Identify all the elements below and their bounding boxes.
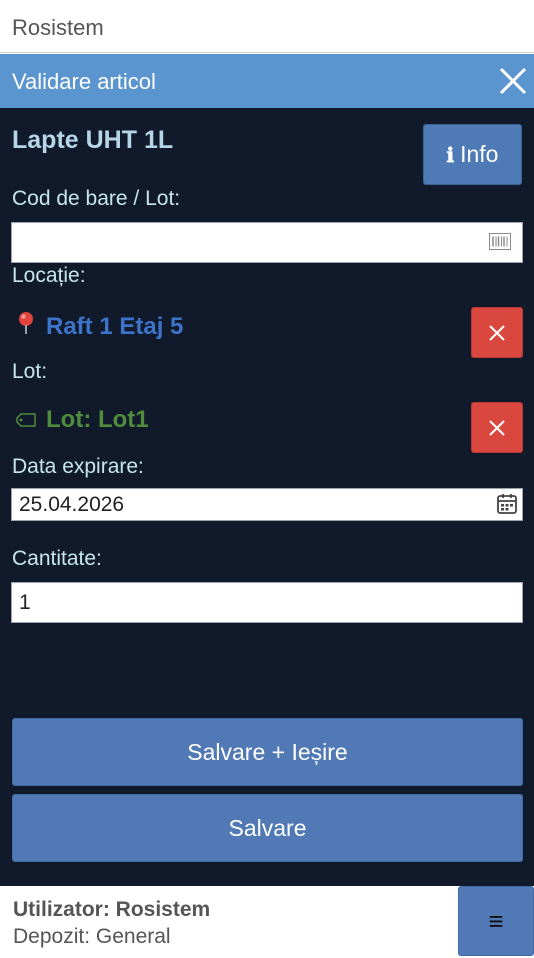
user-info: Utilizator: Rosistem — [13, 898, 211, 921]
lot-label: Lot: — [12, 360, 48, 383]
remove-lot-button[interactable] — [471, 402, 523, 453]
app-title: Rosistem — [12, 15, 104, 40]
tag-icon — [16, 406, 36, 434]
quantity-input[interactable] — [11, 582, 523, 623]
quantity-label: Cantitate: — [12, 547, 102, 570]
location-value: Raft 1 Etaj 5 — [46, 312, 184, 340]
lot-value: Lot: Lot1 — [46, 406, 149, 433]
app-bar: Rosistem — [0, 0, 534, 53]
barcode-icon[interactable] — [489, 233, 511, 250]
info-button-label: Info — [460, 141, 499, 167]
expiry-label: Data expirare: — [12, 455, 144, 478]
dialog-header: Validare articol — [0, 54, 534, 108]
save-exit-button[interactable]: Salvare + Ieșire — [12, 718, 523, 786]
info-button[interactable]: ℹ Info — [423, 124, 522, 185]
hamburger-menu-icon[interactable]: ≡ — [458, 886, 534, 956]
footer: Utilizator: Rosistem Depozit: General — [0, 886, 534, 958]
barcode-input[interactable] — [11, 222, 523, 263]
dialog-title: Validare articol — [12, 69, 156, 94]
map-pin-icon — [16, 311, 36, 342]
info-icon: ℹ — [446, 142, 455, 167]
location-row: Raft 1 Etaj 5 — [16, 311, 183, 342]
expiry-date-input[interactable] — [11, 488, 523, 521]
location-label: Locație: — [12, 264, 86, 287]
calendar-icon[interactable] — [497, 493, 517, 514]
depot-info: Depozit: General — [13, 925, 171, 948]
product-name: Lapte UHT 1L — [12, 126, 174, 154]
save-button[interactable]: Salvare — [12, 794, 523, 862]
lot-row: Lot: Lot1 — [16, 406, 149, 434]
close-icon — [489, 419, 505, 436]
close-icon[interactable] — [498, 66, 528, 96]
remove-location-button[interactable] — [471, 307, 523, 358]
close-icon — [489, 324, 505, 341]
barcode-label: Cod de bare / Lot: — [12, 187, 181, 210]
